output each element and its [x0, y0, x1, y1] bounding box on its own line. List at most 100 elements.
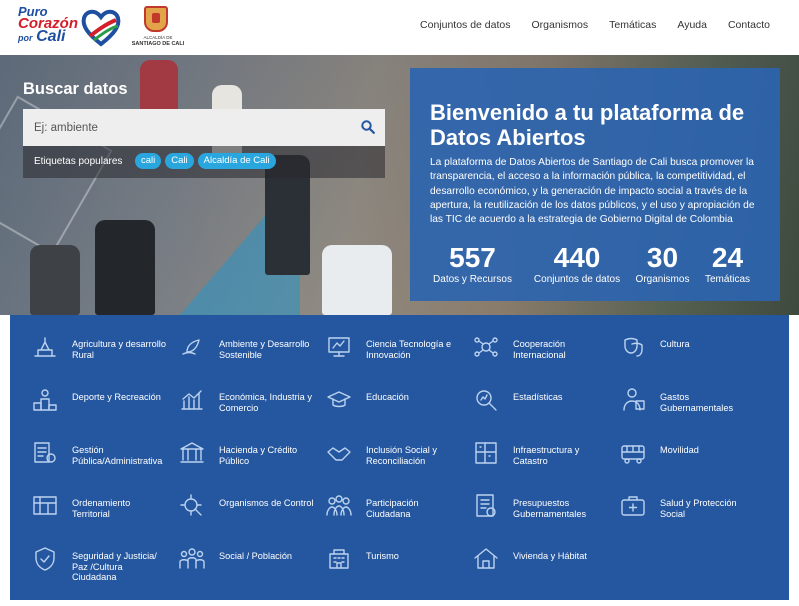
housing-icon	[474, 548, 498, 569]
nav-tematicas[interactable]: Temáticas	[609, 19, 656, 31]
category-label: Gestión Pública/Administrativa	[72, 445, 163, 466]
tag-list: cali Cali Alcaldía de Cali	[135, 153, 280, 169]
alcaldia-line2: SANTIAGO DE CALI	[131, 41, 185, 47]
participation-icon	[326, 495, 352, 516]
site-header: Puro Corazón por Cali ALCALDÍA DE SANTIA…	[0, 0, 799, 55]
infrastructure-icon	[475, 442, 497, 464]
category-label: Ciencia Tecnología e Innovación	[366, 339, 452, 360]
background-person	[322, 245, 392, 315]
category-label: Ambiente y Desarrollo Sostenible	[219, 339, 310, 360]
category-label: Cultura	[660, 339, 690, 349]
stat-organismos[interactable]: 30 Organismos	[635, 242, 690, 285]
search-input[interactable]	[23, 109, 353, 146]
education-icon	[327, 391, 351, 408]
category-label: Presupuestos Gubernamentales	[513, 498, 587, 519]
stat-label: Conjuntos de datos	[533, 274, 621, 285]
tag-cali[interactable]: cali	[135, 153, 162, 169]
search-box	[23, 109, 385, 146]
economy-icon	[181, 390, 203, 410]
control-icon	[180, 494, 202, 516]
category-label: Cooperación Internacional	[513, 339, 566, 360]
background-person	[95, 220, 155, 315]
stat-datos-recursos[interactable]: 557 Datos y Recursos	[430, 242, 515, 285]
category-tile[interactable]: Gestión Pública/Administrativa	[20, 438, 165, 478]
alcaldia-logo[interactable]: ALCALDÍA DE SANTIAGO DE CALI	[130, 6, 186, 50]
category-tile[interactable]: Agricultura y desarrollo Rural	[20, 332, 166, 372]
popular-tags-label: Etiquetas populares	[34, 156, 123, 167]
stat-tematicas[interactable]: 24 Temáticas	[700, 242, 755, 285]
stat-label: Datos y Recursos	[433, 274, 512, 285]
agriculture-icon	[34, 337, 56, 357]
category-label: Gastos Gubernamentales	[660, 392, 734, 413]
puro-corazon-logo[interactable]: Puro Corazón por Cali	[18, 5, 123, 50]
population-icon	[179, 548, 205, 569]
category-label: Movilidad	[660, 445, 699, 455]
statistics-icon	[476, 390, 497, 411]
science-icon	[328, 337, 350, 357]
environment-icon	[182, 339, 200, 355]
main-nav: Conjuntos de datos Organismos Temáticas …	[399, 19, 770, 31]
category-label: Seguridad y Justicia/ Paz /Cultura Ciuda…	[72, 551, 157, 583]
category-label: Económica, Industria y Comercio	[219, 392, 312, 413]
category-tile[interactable]: Vivienda y Hábitat	[461, 544, 606, 584]
category-tile[interactable]: Organismos de Control	[167, 491, 314, 531]
welcome-text: La plataforma de Datos Abiertos de Santi…	[430, 157, 755, 226]
nav-conjuntos[interactable]: Conjuntos de datos	[420, 19, 510, 31]
mobility-icon	[621, 445, 645, 464]
category-label: Turismo	[366, 551, 399, 561]
tourism-icon	[329, 549, 349, 569]
category-label: Social / Población	[219, 551, 293, 561]
category-tile[interactable]: Turismo	[314, 544, 459, 584]
welcome-title: Bienvenido a tu plataforma de Datos Abie…	[430, 100, 745, 150]
category-tile[interactable]: Cultura	[608, 332, 753, 372]
category-tile[interactable]: Ambiente y Desarrollo Sostenible	[167, 332, 312, 372]
heart-icon	[81, 9, 121, 47]
category-tile[interactable]: Estadísticas	[461, 385, 606, 425]
category-tile[interactable]: Inclusión Social y Reconciliación	[314, 438, 459, 478]
stat-label: Organismos	[635, 274, 690, 285]
category-tile[interactable]: Cooperación Internacional	[461, 332, 606, 372]
category-tile[interactable]: Social / Población	[167, 544, 312, 584]
territorial-icon	[33, 496, 57, 515]
category-tile[interactable]: Infraestructura y Catastro	[461, 438, 606, 478]
stat-conjuntos[interactable]: 440 Conjuntos de datos	[527, 242, 627, 285]
sports-icon	[33, 389, 57, 411]
stats-row: 557 Datos y Recursos 440 Conjuntos de da…	[430, 242, 770, 292]
category-label: Deporte y Recreación	[72, 392, 161, 402]
category-label: Infraestructura y Catastro	[513, 445, 580, 466]
nav-organismos[interactable]: Organismos	[532, 19, 589, 31]
public-management-icon	[34, 442, 56, 463]
category-tile[interactable]: Ciencia Tecnología e Innovación	[314, 332, 459, 372]
category-label: Participación Ciudadana	[366, 498, 419, 519]
category-label: Ordenamiento Territorial	[72, 498, 131, 519]
nav-contacto[interactable]: Contacto	[728, 19, 770, 31]
nav-ayuda[interactable]: Ayuda	[677, 19, 707, 31]
search-icon[interactable]	[361, 120, 375, 134]
category-label: Salud y Protección Social	[660, 498, 737, 519]
crest-icon	[144, 6, 168, 32]
category-tile[interactable]: Hacienda y Crédito Público	[167, 438, 312, 478]
category-tile[interactable]: Educación	[314, 385, 459, 425]
hero-banner: Buscar datos Etiquetas populares cali Ca…	[0, 55, 799, 315]
category-tile[interactable]: Seguridad y Justicia/ Paz /Cultura Ciuda…	[20, 544, 165, 584]
culture-icon	[624, 337, 643, 357]
stat-value: 557	[449, 242, 496, 273]
category-tile[interactable]: Salud y Protección Social	[608, 491, 753, 531]
category-label: Organismos de Control	[219, 498, 314, 508]
category-tile[interactable]: Gastos Gubernamentales	[608, 385, 753, 425]
security-icon	[35, 547, 55, 571]
category-label: Educación	[366, 392, 409, 402]
category-tile[interactable]: Presupuestos Gubernamentales	[461, 491, 606, 531]
treasury-icon	[180, 442, 204, 463]
logo-cali: Cali	[36, 28, 66, 45]
category-tile[interactable]: Ordenamiento Territorial	[20, 491, 165, 531]
category-tile[interactable]: Deporte y Recreación	[20, 385, 165, 425]
stat-value: 440	[553, 242, 601, 273]
tag-alcaldia[interactable]: Alcaldía de Cali	[197, 153, 276, 169]
category-tile[interactable]: Participación Ciudadana	[314, 491, 459, 531]
category-label: Inclusión Social y Reconciliación	[366, 445, 437, 466]
category-tile[interactable]: Económica, Industria y Comercio	[167, 385, 312, 425]
category-tile[interactable]: Movilidad	[608, 438, 753, 478]
category-label: Vivienda y Hábitat	[513, 551, 587, 561]
tag-cali-capital[interactable]: Cali	[165, 153, 194, 169]
